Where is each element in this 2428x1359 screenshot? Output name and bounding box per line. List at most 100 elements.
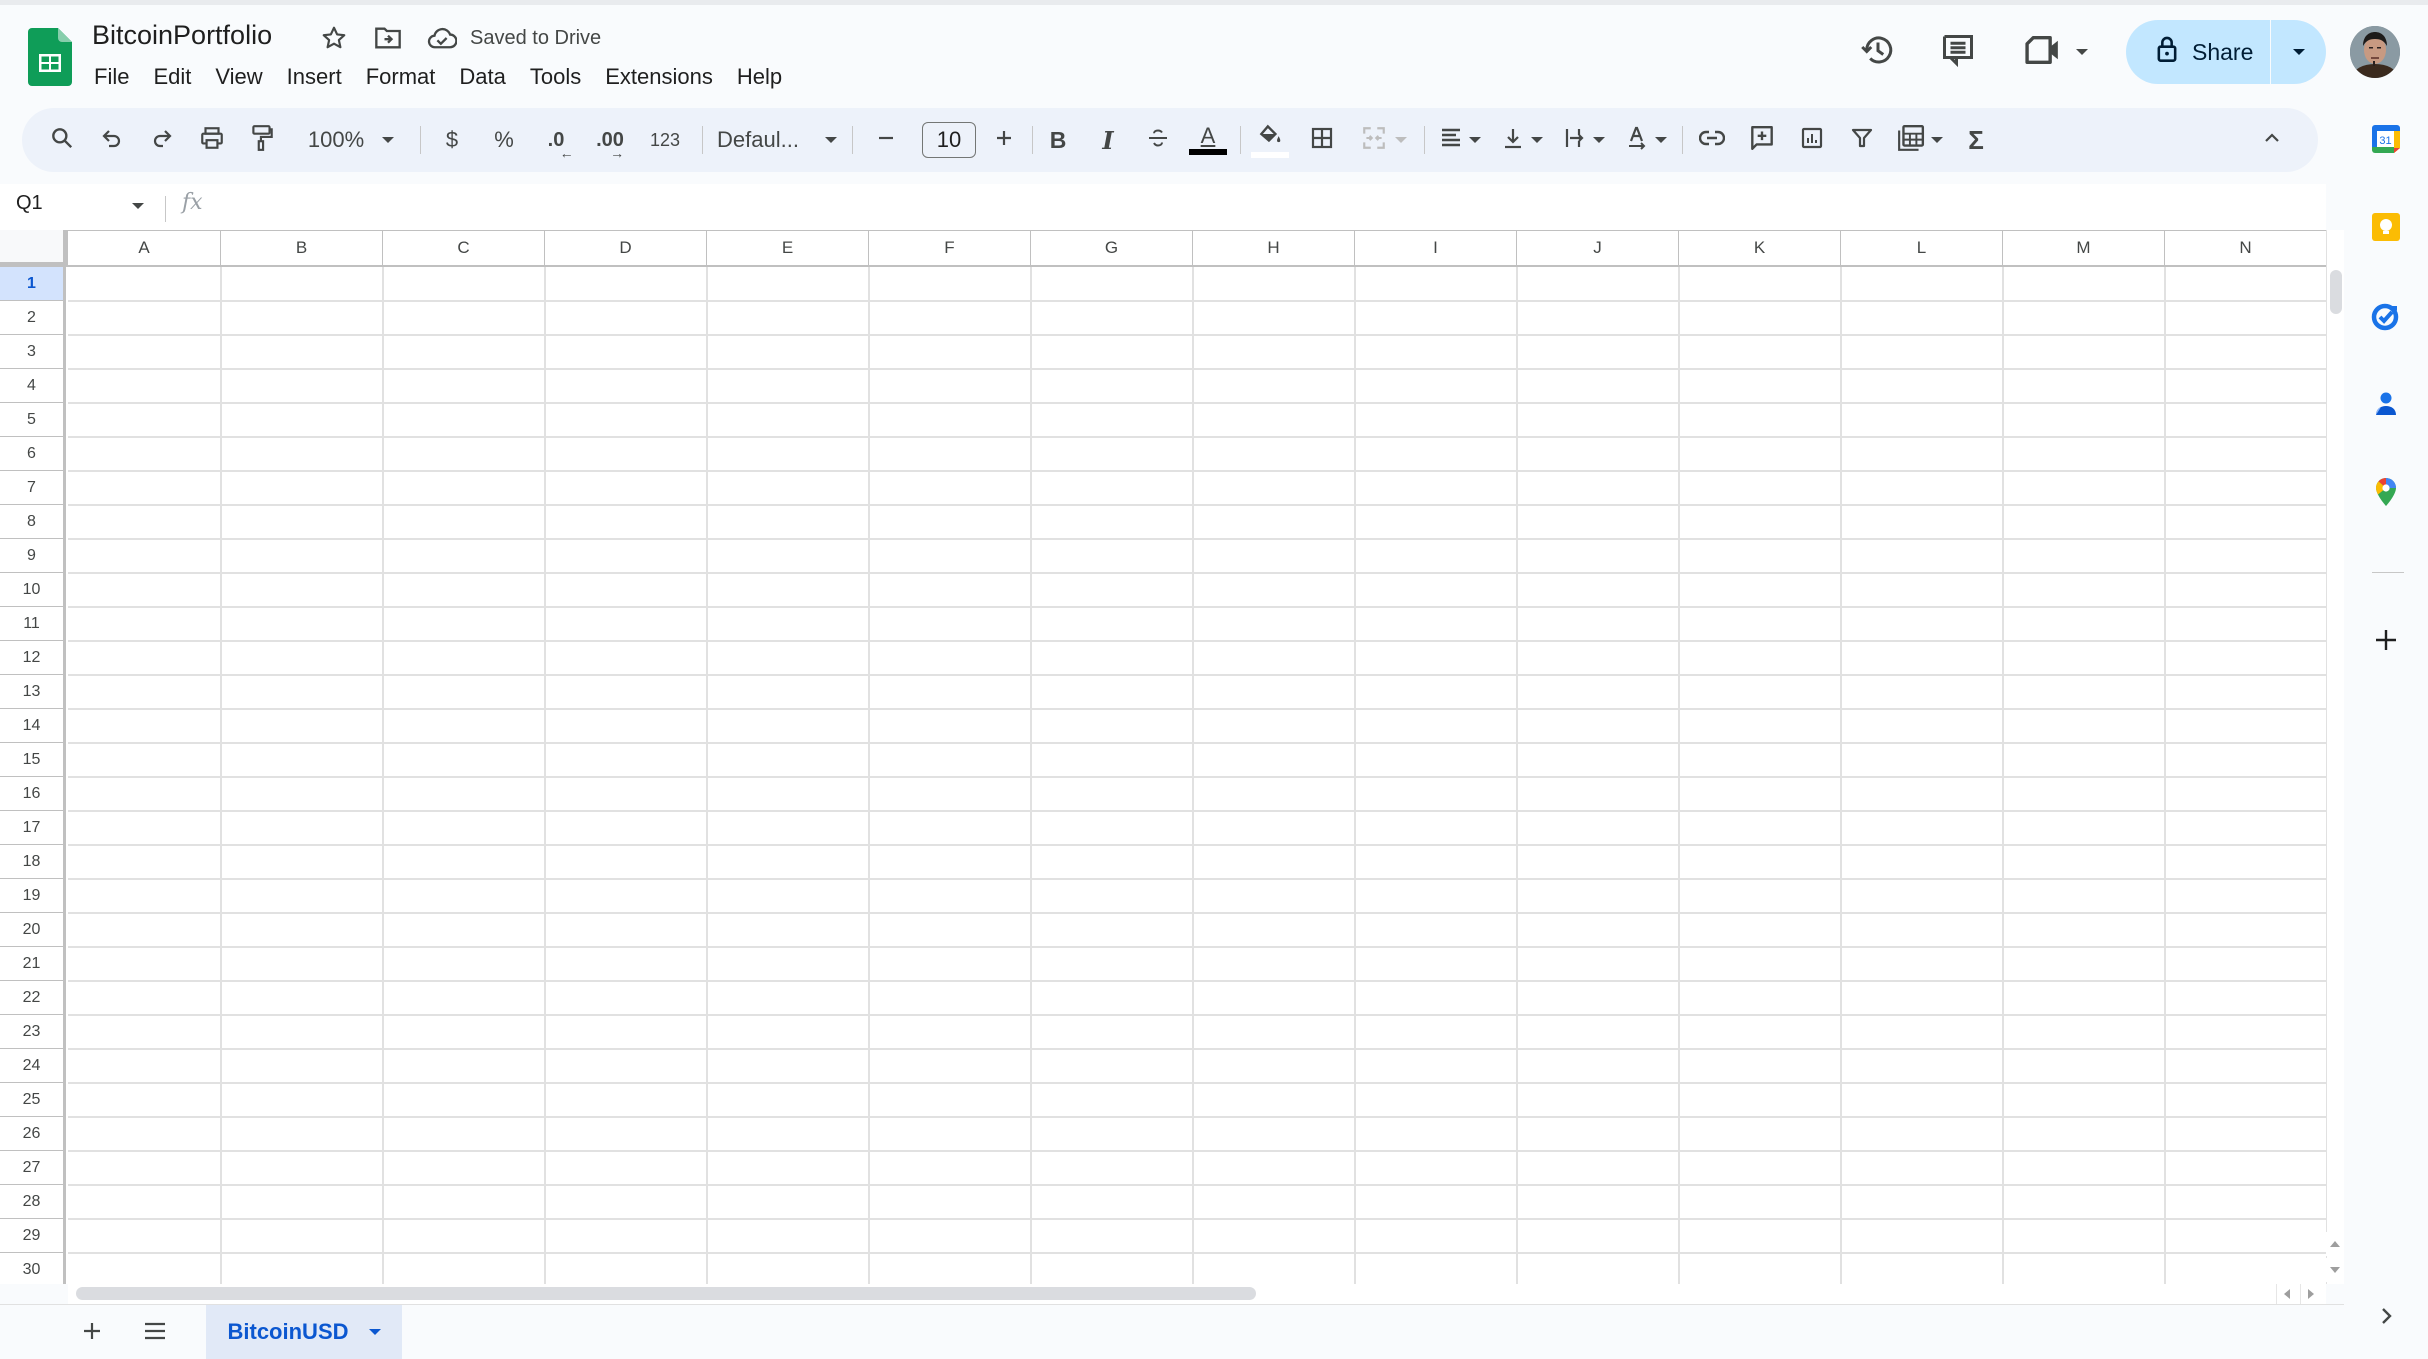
row-header-5[interactable]: 5 xyxy=(0,403,66,437)
sheet-tab-bitcoinusd[interactable]: BitcoinUSD xyxy=(206,1305,402,1359)
column-header-c[interactable]: C xyxy=(383,230,545,267)
menu-extensions[interactable]: Extensions xyxy=(593,62,725,92)
scroll-right-button[interactable] xyxy=(2300,1284,2320,1304)
row-header-30[interactable]: 30 xyxy=(0,1253,66,1284)
create-filter-button[interactable] xyxy=(1840,108,1884,172)
scroll-up-button[interactable] xyxy=(2326,1232,2344,1256)
row-header-23[interactable]: 23 xyxy=(0,1015,66,1049)
bold-button[interactable]: B xyxy=(1036,108,1080,172)
menu-file[interactable]: File xyxy=(82,62,141,92)
star-icon[interactable] xyxy=(318,22,350,54)
column-header-j[interactable]: J xyxy=(1517,230,1679,267)
row-header-16[interactable]: 16 xyxy=(0,777,66,811)
row-header-9[interactable]: 9 xyxy=(0,539,66,573)
borders-button[interactable] xyxy=(1300,108,1344,172)
column-header-m[interactable]: M xyxy=(2003,230,2165,267)
chevron-down-icon[interactable] xyxy=(368,1329,381,1335)
account-avatar[interactable] xyxy=(2350,26,2400,78)
row-header-11[interactable]: 11 xyxy=(0,607,66,641)
row-header-2[interactable]: 2 xyxy=(0,301,66,335)
insert-chart-button[interactable] xyxy=(1790,108,1834,172)
column-header-l[interactable]: L xyxy=(1841,230,2003,267)
scroll-left-button[interactable] xyxy=(2276,1284,2296,1304)
row-header-20[interactable]: 20 xyxy=(0,913,66,947)
search-menus-button[interactable] xyxy=(40,108,84,172)
column-header-f[interactable]: F xyxy=(869,230,1031,267)
horizontal-scroll-thumb[interactable] xyxy=(76,1287,1256,1300)
row-header-28[interactable]: 28 xyxy=(0,1185,66,1219)
row-header-14[interactable]: 14 xyxy=(0,709,66,743)
menu-tools[interactable]: Tools xyxy=(518,62,593,92)
add-sheet-button[interactable] xyxy=(72,1313,112,1353)
strikethrough-button[interactable] xyxy=(1136,108,1180,172)
vertical-scrollbar[interactable] xyxy=(2326,230,2344,1284)
column-header-h[interactable]: H xyxy=(1193,230,1355,267)
text-color-button[interactable]: A xyxy=(1186,108,1230,172)
chevron-down-icon[interactable] xyxy=(132,203,144,209)
meet-button[interactable] xyxy=(2020,30,2092,74)
version-history-button[interactable] xyxy=(1856,30,1900,74)
increase-font-size-button[interactable] xyxy=(984,108,1024,172)
decrease-font-size-button[interactable] xyxy=(866,108,906,172)
keep-button[interactable] xyxy=(2364,207,2408,251)
column-header-i[interactable]: I xyxy=(1355,230,1517,267)
functions-table-button[interactable] xyxy=(1890,108,1950,172)
insert-comment-button[interactable] xyxy=(1740,108,1784,172)
row-header-17[interactable]: 17 xyxy=(0,811,66,845)
row-header-22[interactable]: 22 xyxy=(0,981,66,1015)
menu-insert[interactable]: Insert xyxy=(275,62,354,92)
row-header-21[interactable]: 21 xyxy=(0,947,66,981)
insert-link-button[interactable] xyxy=(1690,108,1734,172)
tasks-button[interactable] xyxy=(2364,296,2408,340)
select-all-corner[interactable] xyxy=(0,230,68,267)
menu-view[interactable]: View xyxy=(203,62,274,92)
scroll-down-button[interactable] xyxy=(2326,1258,2344,1282)
text-rotation-button[interactable] xyxy=(1618,108,1674,172)
more-formats-button[interactable]: 123 xyxy=(640,108,690,172)
italic-button[interactable]: I xyxy=(1086,108,1130,172)
row-header-15[interactable]: 15 xyxy=(0,743,66,777)
undo-button[interactable] xyxy=(90,108,134,172)
column-header-g[interactable]: G xyxy=(1031,230,1193,267)
vertical-align-button[interactable] xyxy=(1494,108,1550,172)
collapse-toolbar-button[interactable] xyxy=(2250,108,2294,172)
font-family-select[interactable]: Defaul... xyxy=(706,108,848,172)
row-header-3[interactable]: 3 xyxy=(0,335,66,369)
comments-button[interactable] xyxy=(1936,30,1980,74)
format-currency-button[interactable]: $ xyxy=(432,108,472,172)
functions-button[interactable]: Σ xyxy=(1954,108,1998,172)
row-header-1[interactable]: 1 xyxy=(0,267,66,301)
font-size-input[interactable]: 10 xyxy=(922,122,976,158)
row-header-19[interactable]: 19 xyxy=(0,879,66,913)
fill-color-button[interactable] xyxy=(1248,108,1292,172)
redo-button[interactable] xyxy=(140,108,184,172)
row-header-4[interactable]: 4 xyxy=(0,369,66,403)
all-sheets-button[interactable] xyxy=(135,1313,175,1353)
share-button[interactable]: Share xyxy=(2126,20,2270,84)
row-header-10[interactable]: 10 xyxy=(0,573,66,607)
paint-format-button[interactable] xyxy=(240,108,284,172)
menu-format[interactable]: Format xyxy=(354,62,448,92)
decrease-decimal-button[interactable]: .0 ← xyxy=(534,108,578,172)
row-header-8[interactable]: 8 xyxy=(0,505,66,539)
document-title[interactable]: BitcoinPortfolio xyxy=(92,20,272,51)
column-header-e[interactable]: E xyxy=(707,230,869,267)
format-percent-button[interactable]: % xyxy=(484,108,524,172)
menu-help[interactable]: Help xyxy=(725,62,794,92)
menu-data[interactable]: Data xyxy=(447,62,517,92)
row-header-18[interactable]: 18 xyxy=(0,845,66,879)
row-header-26[interactable]: 26 xyxy=(0,1117,66,1151)
row-header-13[interactable]: 13 xyxy=(0,675,66,709)
get-addons-button[interactable] xyxy=(2364,620,2408,664)
merge-cells-button[interactable] xyxy=(1352,108,1416,172)
column-header-n[interactable]: N xyxy=(2165,230,2326,267)
vertical-scroll-thumb[interactable] xyxy=(2330,270,2342,314)
column-header-b[interactable]: B xyxy=(221,230,383,267)
horizontal-scrollbar[interactable] xyxy=(68,1284,2326,1304)
sheets-logo[interactable] xyxy=(28,28,72,86)
row-header-6[interactable]: 6 xyxy=(0,437,66,471)
text-wrapping-button[interactable] xyxy=(1556,108,1612,172)
column-header-k[interactable]: K xyxy=(1679,230,1841,267)
formula-input[interactable] xyxy=(215,188,2315,224)
row-header-29[interactable]: 29 xyxy=(0,1219,66,1253)
